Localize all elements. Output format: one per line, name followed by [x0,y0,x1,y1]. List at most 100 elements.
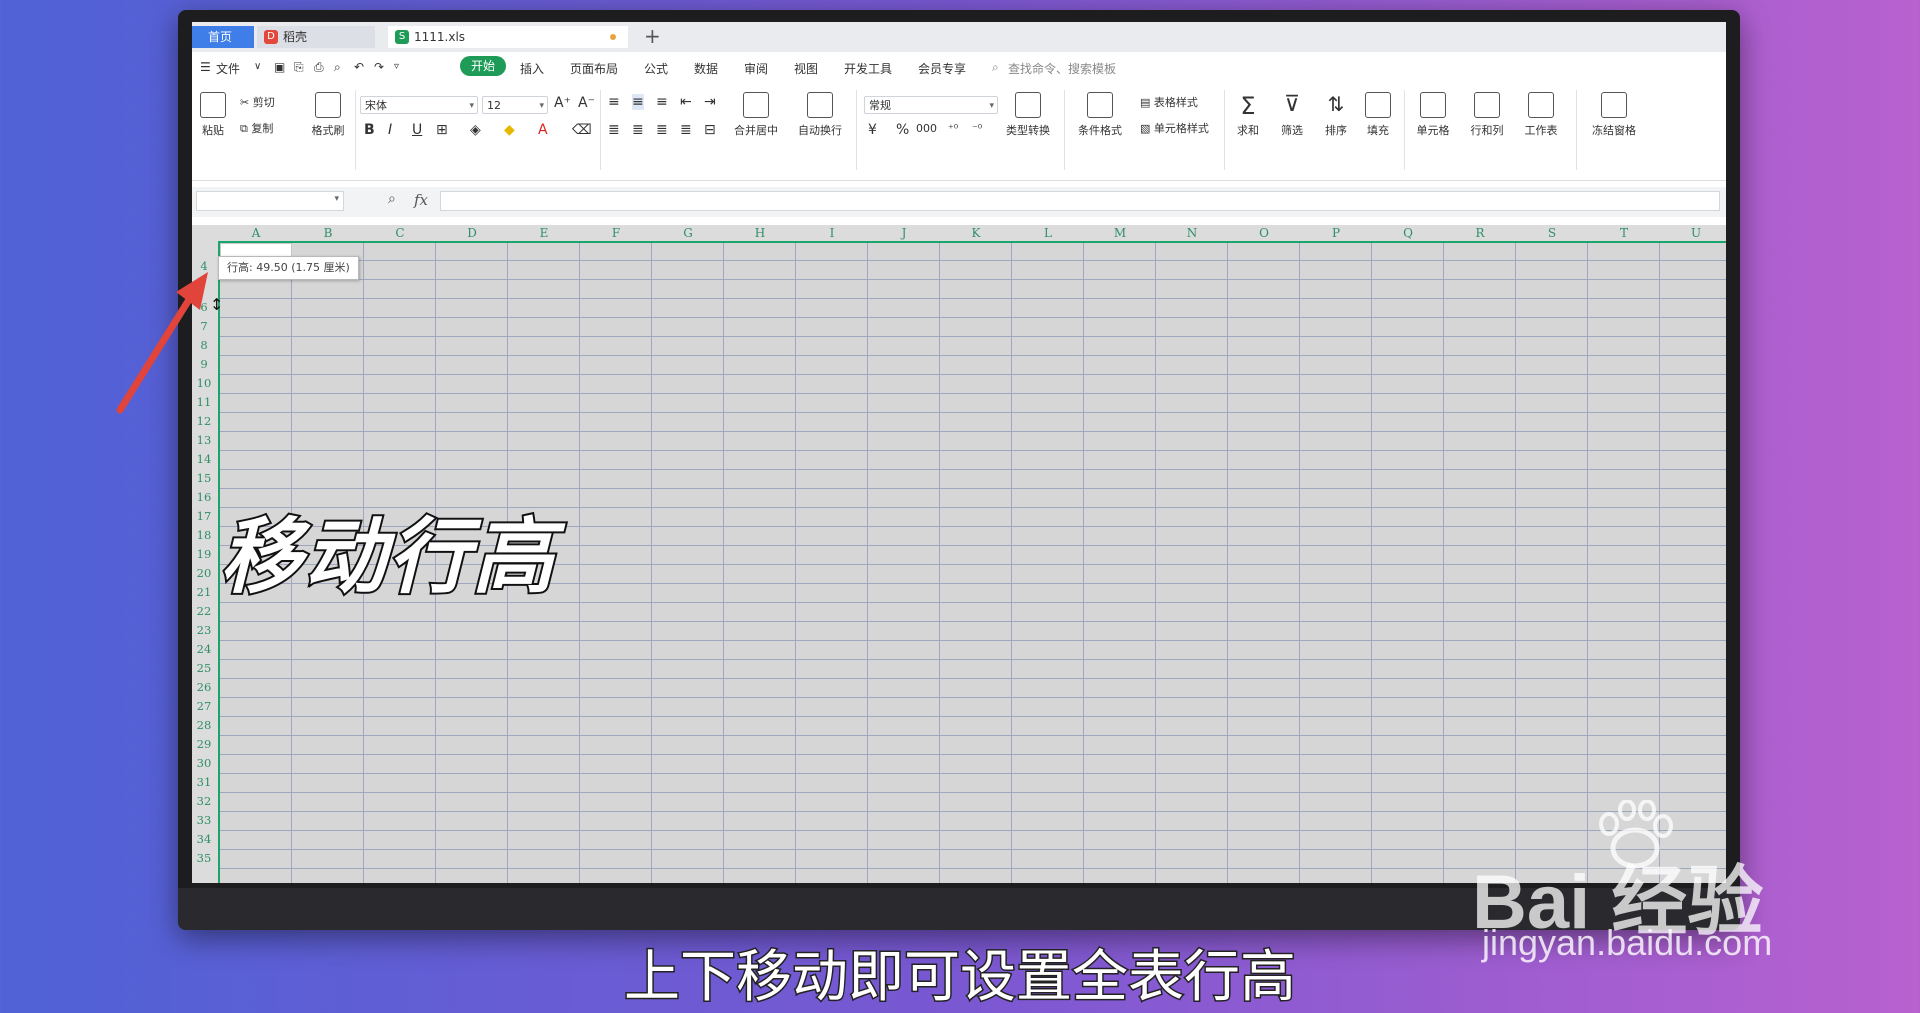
column-header-d[interactable]: D [467,226,477,240]
align-right-icon[interactable]: ≣ [656,122,668,138]
column-header-n[interactable]: N [1187,226,1198,240]
grow-font-icon[interactable]: A⁺ [554,95,571,111]
menu-view[interactable]: 视图 [794,60,818,77]
tab-daoke[interactable]: D 稻壳 [257,26,375,48]
fill-button[interactable]: 填充 [1358,92,1398,138]
menu-file[interactable]: 文件 [216,60,240,77]
menu-data[interactable]: 数据 [694,60,718,77]
column-header-o[interactable]: O [1259,226,1269,240]
undo-icon[interactable]: ↶ [354,60,364,74]
column-header-i[interactable]: I [830,226,835,240]
column-header-r[interactable]: R [1475,226,1484,240]
row-header-label[interactable]: 17 [194,509,214,523]
column-header-a[interactable]: A [252,226,261,240]
row-header-label[interactable]: 13 [194,433,214,447]
menu-formula[interactable]: 公式 [644,60,668,77]
merge-center-button[interactable]: 合并居中 [728,92,784,138]
row-header-label[interactable]: 26 [194,680,214,694]
row-header-label[interactable]: 18 [194,528,214,542]
wrap-text-button[interactable]: 自动换行 [792,92,848,138]
sheet-button[interactable]: 工作表 [1518,92,1564,138]
menu-member[interactable]: 会员专享 [918,60,966,77]
bold-button[interactable]: B [364,122,375,138]
sort-button[interactable]: ⇅ 排序 [1316,92,1356,138]
align-left-icon[interactable]: ≣ [608,122,620,138]
fx-button[interactable]: fx [414,191,428,209]
column-header-b[interactable]: B [324,226,333,240]
underline-button[interactable]: U [412,122,422,138]
shrink-font-icon[interactable]: A⁻ [578,95,595,111]
increase-decimal-icon[interactable]: ⁺⁰ [948,122,958,135]
row-header-label[interactable]: 19 [194,547,214,561]
name-box[interactable] [196,191,344,211]
tab-file[interactable]: S 1111.xls [388,26,628,48]
formula-input[interactable] [440,191,1720,211]
save-icon[interactable]: ▣ [274,60,285,74]
paste-button[interactable]: 粘贴 [198,92,228,138]
font-size-select[interactable]: 12 [482,96,548,115]
row-header-label[interactable]: 32 [194,794,214,808]
print-icon[interactable]: ⎙ [314,60,324,75]
row-header-label[interactable]: 15 [194,471,214,485]
menu-icon[interactable]: ☰ [200,60,211,74]
filter-button[interactable]: ⊽ 筛选 [1272,92,1312,138]
row-header-label[interactable]: 23 [194,623,214,637]
preview-icon[interactable]: ⌕ [334,60,341,75]
indent-decrease-icon[interactable]: ⇤ [680,94,692,110]
align-top-icon[interactable]: ≡ [608,94,620,110]
menu-page-layout[interactable]: 页面布局 [570,60,618,77]
indent-increase-icon[interactable]: ⇥ [704,94,716,110]
percent-button[interactable]: % [896,122,909,138]
row-header-label[interactable]: 22 [194,604,214,618]
column-header-k[interactable]: K [972,226,981,240]
italic-button[interactable]: I [388,122,392,138]
border-icon[interactable]: ⊞ [436,122,448,138]
row-header-label[interactable]: 24 [194,642,214,656]
cut-button[interactable]: ✂ 剪切 [240,94,275,110]
row-header-label[interactable]: 20 [194,566,214,580]
column-header-c[interactable]: C [395,226,404,240]
row-header-label[interactable]: 14 [194,452,214,466]
distribute-icon[interactable]: ⊟ [704,122,716,138]
thousands-button[interactable]: 000 [916,122,937,135]
tab-home[interactable]: 首页 [192,26,254,48]
redo-icon[interactable]: ↷ [374,60,384,74]
row-header-label[interactable]: 25 [194,661,214,675]
row-header-label[interactable]: 30 [194,756,214,770]
eraser-icon[interactable]: ⌫ [572,122,592,138]
cell-button[interactable]: 单元格 [1410,92,1456,138]
align-center-icon[interactable]: ≣ [632,122,644,138]
column-header-h[interactable]: H [755,226,765,240]
column-header-q[interactable]: Q [1403,226,1413,240]
freeze-panes-button[interactable]: 冻结窗格 [1586,92,1642,138]
decrease-decimal-icon[interactable]: ⁻⁰ [972,122,982,135]
fill-shape-icon[interactable]: ◈ [470,122,481,138]
column-header-g[interactable]: G [683,226,693,240]
new-tab-button[interactable]: + [644,24,661,48]
export-icon[interactable]: ⎘ [294,60,304,75]
menu-developer[interactable]: 开发工具 [844,60,892,77]
fill-color-icon[interactable]: ◆ [504,122,515,138]
row-col-button[interactable]: 行和列 [1464,92,1510,138]
tab-start[interactable]: 开始 [460,56,507,76]
zoom-search-icon[interactable]: ⌕ [388,191,396,207]
more-icon[interactable]: ▿ [394,61,399,72]
command-search[interactable]: 查找命令、搜索模板 [1008,60,1116,77]
column-header-e[interactable]: E [540,226,549,240]
row-header-label[interactable]: 31 [194,775,214,789]
row-header-label[interactable]: 28 [194,718,214,732]
row-header-label[interactable]: 29 [194,737,214,751]
row-header-label[interactable]: 16 [194,490,214,504]
column-header-p[interactable]: P [1332,226,1340,240]
format-painter-button[interactable]: 格式刷 [308,92,348,138]
sum-button[interactable]: Σ 求和 [1228,92,1268,138]
column-header-u[interactable]: U [1691,226,1701,240]
justify-icon[interactable]: ≣ [680,122,692,138]
column-header-t[interactable]: T [1620,226,1628,240]
number-format-select[interactable]: 常规 [864,96,998,115]
menu-review[interactable]: 审阅 [744,60,768,77]
type-convert-button[interactable]: 类型转换 [1000,92,1056,138]
align-bottom-icon[interactable]: ≡ [656,94,668,110]
table-style-button[interactable]: ▤ 表格样式 [1140,94,1198,110]
column-header-m[interactable]: M [1114,226,1126,240]
